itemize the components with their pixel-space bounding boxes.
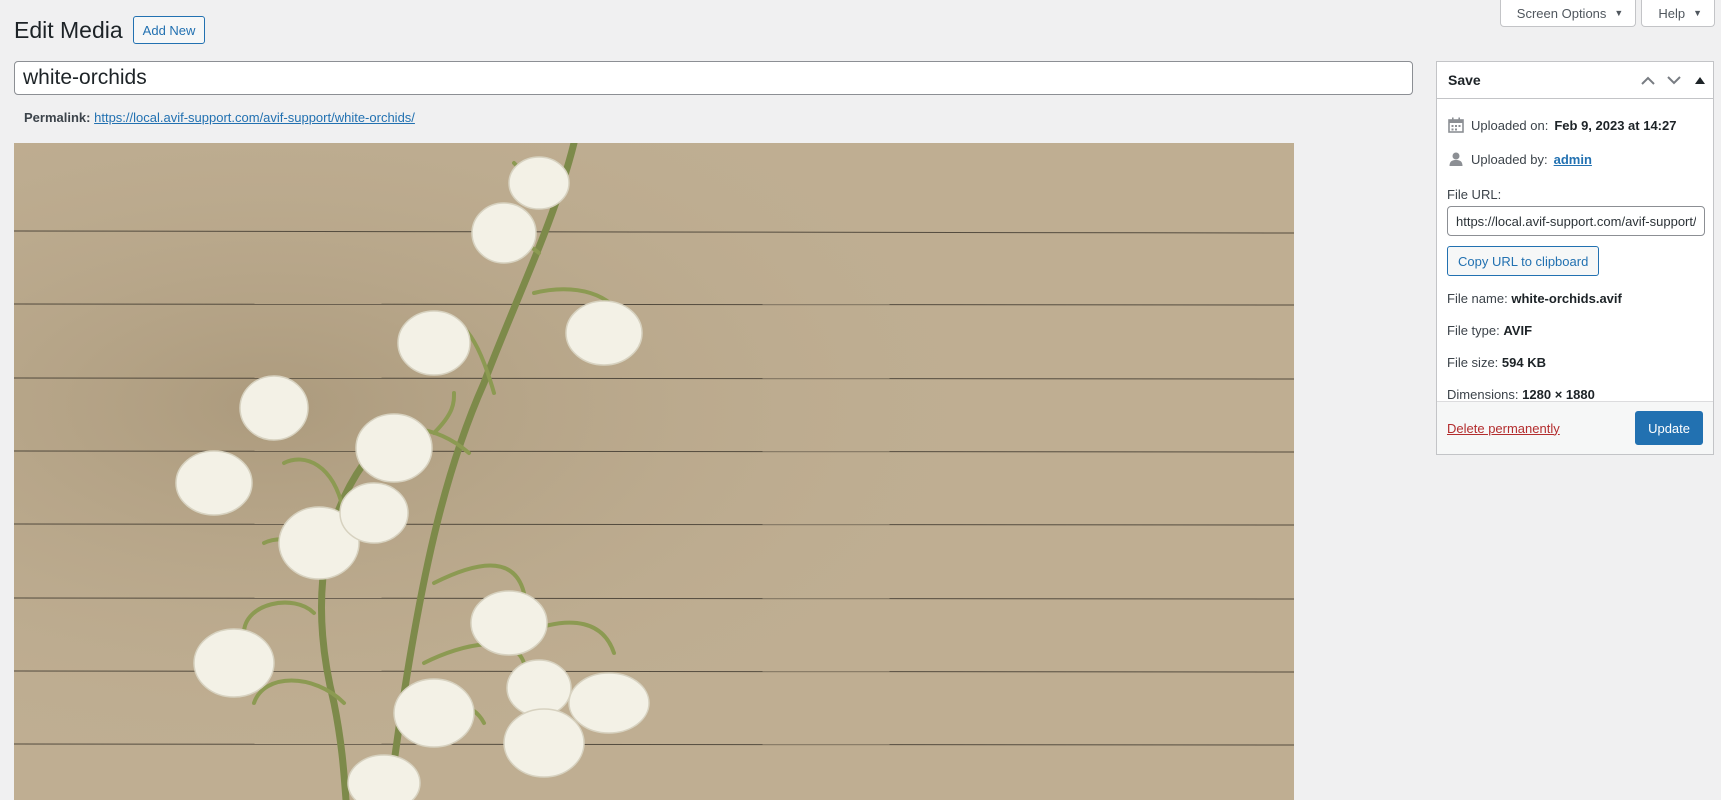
file-name-row: File name: white-orchids.avif <box>1447 290 1703 308</box>
page-header: Edit Media Add New <box>14 16 206 44</box>
calendar-icon <box>1447 116 1465 134</box>
delete-permanently-link[interactable]: Delete permanently <box>1447 421 1560 436</box>
file-size-value: 594 KB <box>1501 355 1546 370</box>
screen-options-button[interactable]: Screen Options ▼ <box>1499 0 1637 27</box>
screen-meta-links: Screen Options ▼ Help ▼ <box>1499 0 1715 27</box>
add-new-button[interactable]: Add New <box>132 16 206 44</box>
help-label: Help <box>1658 5 1686 21</box>
permalink-label: Permalink: <box>24 110 91 125</box>
caret-down-icon: ▼ <box>1693 8 1702 18</box>
file-url-field[interactable] <box>1447 206 1705 236</box>
postbox-header-actions <box>1635 62 1713 98</box>
file-name-label: File name: <box>1447 291 1508 306</box>
file-size-row: File size: 594 KB <box>1447 354 1703 372</box>
uploaded-on-label: Uploaded on: <box>1471 117 1549 133</box>
help-button[interactable]: Help ▼ <box>1641 0 1715 27</box>
dimensions-label: Dimensions: <box>1447 387 1519 402</box>
user-icon <box>1447 150 1465 168</box>
permalink-link[interactable]: https://local.avif-support.com/avif-supp… <box>94 110 415 125</box>
postbox-body: Uploaded on: Feb 9, 2023 at 14:27 Upload… <box>1437 99 1713 404</box>
file-type-row: File type: AVIF <box>1447 322 1703 340</box>
uploaded-by-row: Uploaded by: admin <box>1447 147 1703 171</box>
file-url-label: File URL: <box>1447 187 1502 202</box>
media-image <box>14 143 1294 800</box>
save-postbox: Save Uploaded on: Feb 9, 2023 at 14:27 U… <box>1436 61 1714 455</box>
file-name-value: white-orchids.avif <box>1511 291 1622 306</box>
postbox-header: Save <box>1437 62 1713 99</box>
page-title: Edit Media <box>14 16 123 43</box>
dimensions-value: 1280 × 1880 <box>1522 387 1595 402</box>
copy-url-button[interactable]: Copy URL to clipboard <box>1447 246 1600 276</box>
chevron-down-icon[interactable] <box>1661 62 1687 98</box>
update-button[interactable]: Update <box>1635 411 1703 445</box>
permalink: Permalink: https://local.avif-support.co… <box>24 110 415 125</box>
file-type-label: File type: <box>1447 323 1500 338</box>
caret-down-icon: ▼ <box>1614 8 1624 18</box>
orchid-photo <box>14 143 1294 800</box>
screen-options-label: Screen Options <box>1516 5 1607 21</box>
file-size-label: File size: <box>1447 355 1499 370</box>
triangle-up-icon[interactable] <box>1687 62 1713 98</box>
uploaded-on-row: Uploaded on: Feb 9, 2023 at 14:27 <box>1447 113 1703 137</box>
postbox-title: Save <box>1448 72 1481 88</box>
title-input[interactable] <box>14 61 1413 95</box>
chevron-up-icon[interactable] <box>1635 62 1661 98</box>
uploaded-on-value: Feb 9, 2023 at 14:27 <box>1554 117 1677 133</box>
uploaded-by-link[interactable]: admin <box>1554 152 1592 167</box>
uploaded-by-label: Uploaded by: <box>1471 151 1548 167</box>
major-publishing-actions: Delete permanently Update <box>1437 401 1713 454</box>
file-type-value: AVIF <box>1503 323 1533 338</box>
